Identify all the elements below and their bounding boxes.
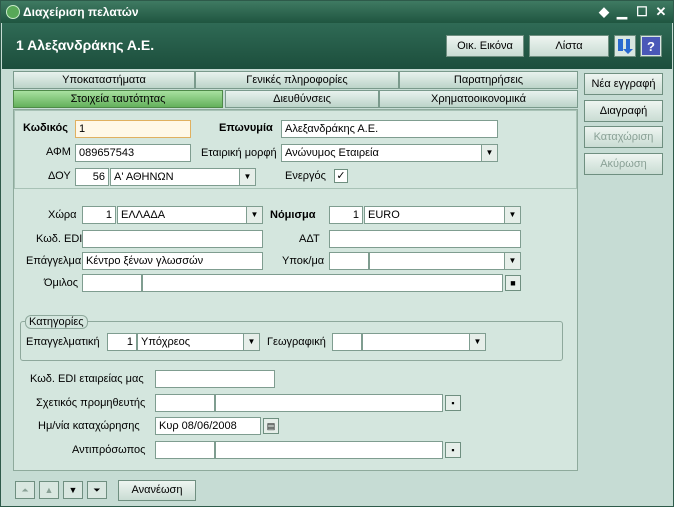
group-lookup-icon[interactable]: ■: [505, 275, 521, 291]
company-edi-label: Κωδ. EDI εταιρείας μας: [30, 373, 144, 385]
reg-date-input[interactable]: Κυρ 08/06/2008: [155, 417, 261, 435]
group-input[interactable]: [142, 274, 503, 292]
reg-date-label: Ημ/νία καταχώρησης: [38, 420, 140, 432]
identity-section: Κωδικός 1 Επωνυμία Αλεξανδράκης Α.Ε. ΑΦΜ…: [14, 110, 577, 189]
profession-label: Επάγγελμα: [26, 255, 82, 267]
supplier-label: Σχετικός προμηθευτής: [36, 397, 146, 409]
adt-label: ΑΔΤ: [299, 233, 320, 245]
currency-code-input[interactable]: 1: [329, 206, 363, 224]
chevron-down-icon[interactable]: ▼: [481, 145, 497, 161]
next-record-icon[interactable]: ▼: [63, 481, 83, 499]
doy-select[interactable]: Α' ΑΘΗΝΩΝ ▼: [110, 168, 256, 186]
subcat-select[interactable]: ▼: [369, 252, 521, 270]
currency-select[interactable]: EURO ▼: [364, 206, 521, 224]
delete-button[interactable]: Διαγραφή: [584, 100, 663, 122]
country-value: ΕΛΛΑΔΑ: [121, 209, 166, 221]
tab-notes[interactable]: Παρατηρήσεις: [399, 71, 578, 89]
save-button[interactable]: Καταχώριση: [584, 126, 663, 148]
geo-category-select[interactable]: ▼: [362, 333, 486, 351]
supplier-code-input[interactable]: [155, 394, 215, 412]
active-checkbox[interactable]: ✓: [334, 169, 348, 183]
tab-financial[interactable]: Χρηματοοικονομικά: [379, 90, 578, 108]
new-record-button[interactable]: Νέα εγγραφή: [584, 73, 663, 95]
list-button[interactable]: Λίστα: [529, 35, 609, 57]
tab-branches[interactable]: Υποκαταστήματα: [13, 71, 195, 89]
app-icon: [6, 5, 20, 19]
prof-category-select[interactable]: Υπόχρεος ▼: [137, 333, 260, 351]
group-label: Όμιλος: [44, 277, 79, 289]
geo-category-code-input[interactable]: [332, 333, 362, 351]
code-input[interactable]: 1: [75, 120, 191, 138]
doy-label: ΔΟΥ: [48, 170, 71, 182]
adt-input[interactable]: [329, 230, 521, 248]
subcat-label: Υποκ/μα: [282, 255, 325, 267]
afm-input[interactable]: 089657543: [75, 144, 191, 162]
country-select[interactable]: ΕΛΛΑΔΑ ▼: [117, 206, 263, 224]
restore-icon[interactable]: ◆: [596, 4, 612, 20]
bottom-bar: ⏶ ▲ ▼ ⏷ Ανανέωση: [1, 475, 673, 506]
categories-group: Κατηγορίες Επαγγελματική 1 Υπόχρεος ▼ Γε…: [20, 315, 563, 361]
geo-category-label: Γεωγραφική: [267, 336, 326, 348]
chevron-down-icon[interactable]: ▼: [504, 253, 520, 269]
previous-record-icon[interactable]: ▲: [39, 481, 59, 499]
edi-input[interactable]: [82, 230, 263, 248]
cancel-button[interactable]: Ακύρωση: [584, 153, 663, 175]
name-input[interactable]: Αλεξανδράκης Α.Ε.: [281, 120, 498, 138]
family-view-button[interactable]: Οικ. Εικόνα: [446, 35, 524, 57]
prof-category-code-input[interactable]: 1: [107, 333, 137, 351]
chevron-down-icon[interactable]: ▼: [243, 334, 259, 350]
corp-form-select[interactable]: Ανώνυμος Εταιρεία ▼: [281, 144, 498, 162]
chevron-down-icon[interactable]: ▼: [469, 334, 485, 350]
svg-text:?: ?: [647, 39, 655, 54]
categories-title: Κατηγορίες: [25, 315, 88, 329]
calendar-icon[interactable]: ▤: [263, 418, 279, 434]
afm-label: ΑΦΜ: [46, 146, 71, 158]
corp-form-value: Ανώνυμος Εταιρεία: [285, 147, 379, 159]
currency-label: Νόμισμα: [270, 209, 316, 221]
maximize-icon[interactable]: ☐: [634, 4, 650, 20]
tab-addresses[interactable]: Διευθύνσεις: [225, 90, 379, 108]
record-header: 1 Αλεξανδράκης Α.Ε. Οικ. Εικόνα Λίστα ?: [2, 23, 672, 69]
code-label: Κωδικός: [23, 122, 68, 134]
supplier-lookup-icon[interactable]: ▪: [445, 395, 461, 411]
name-label: Επωνυμία: [219, 122, 273, 134]
tab-identity[interactable]: Στοιχεία ταυτότητας: [13, 90, 223, 108]
chevron-down-icon[interactable]: ▼: [504, 207, 520, 223]
chevron-down-icon[interactable]: ▼: [246, 207, 262, 223]
last-record-icon[interactable]: ⏷: [87, 481, 107, 499]
window-title: Διαχείριση πελατών: [23, 5, 139, 19]
profession-input[interactable]: Κέντρο ξένων γλωσσών: [82, 252, 263, 270]
title-bar: Διαχείριση πελατών ◆ ▁ ☐ ✕: [1, 1, 673, 23]
sort-down-icon[interactable]: [614, 35, 636, 57]
doy-code-input[interactable]: 56: [75, 168, 109, 186]
record-title: 1 Αλεξανδράκης Α.Ε.: [16, 37, 155, 53]
minimize-icon[interactable]: ▁: [614, 4, 630, 20]
group-code-input[interactable]: [82, 274, 142, 292]
customer-management-window: Διαχείριση πελατών ◆ ▁ ☐ ✕ 1 Αλεξανδράκη…: [0, 0, 674, 507]
country-label: Χώρα: [48, 209, 77, 221]
active-label: Ενεργός: [285, 170, 326, 182]
edi-label: Κωδ. EDI: [36, 233, 83, 245]
rep-input[interactable]: [215, 441, 443, 459]
help-icon[interactable]: ?: [640, 35, 662, 57]
rep-lookup-icon[interactable]: ▪: [445, 442, 461, 458]
prof-category-value: Υπόχρεος: [141, 336, 191, 348]
chevron-down-icon[interactable]: ▼: [239, 169, 255, 185]
prof-category-label: Επαγγελματική: [26, 336, 100, 348]
rep-code-input[interactable]: [155, 441, 215, 459]
subcat-code-input[interactable]: [329, 252, 369, 270]
rep-label: Αντιπρόσωπος: [72, 444, 146, 456]
tab-strip: Υποκαταστήματα Γενικές πληροφορίες Παρατ…: [13, 71, 578, 111]
company-edi-input[interactable]: [155, 370, 275, 388]
supplier-input[interactable]: [215, 394, 443, 412]
corp-form-label: Εταιρική μορφή: [201, 147, 277, 159]
doy-value: Α' ΑΘΗΝΩΝ: [114, 171, 174, 183]
currency-value: EURO: [368, 209, 400, 221]
tab-general-info[interactable]: Γενικές πληροφορίες: [195, 71, 399, 89]
first-record-icon[interactable]: ⏶: [15, 481, 35, 499]
country-code-input[interactable]: 1: [82, 206, 116, 224]
refresh-button[interactable]: Ανανέωση: [118, 480, 196, 501]
identity-panel: Κωδικός 1 Επωνυμία Αλεξανδράκης Α.Ε. ΑΦΜ…: [13, 109, 578, 471]
close-icon[interactable]: ✕: [653, 4, 669, 20]
